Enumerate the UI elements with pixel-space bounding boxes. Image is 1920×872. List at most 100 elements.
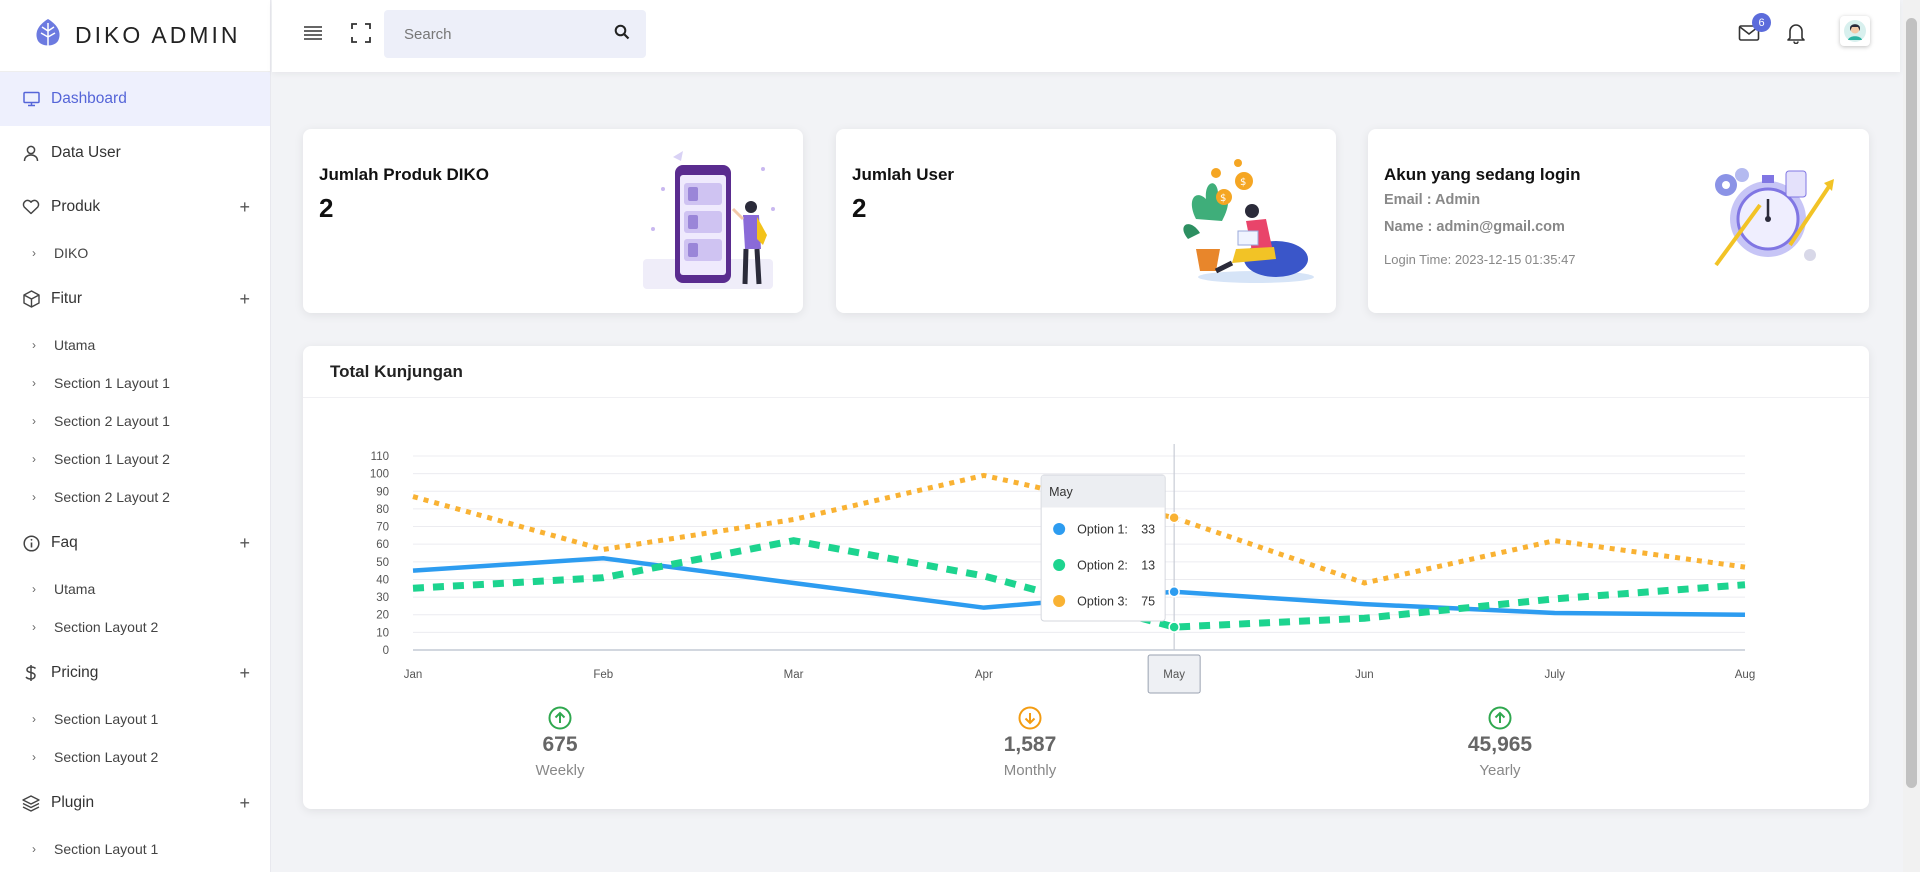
chevron-right-icon: › xyxy=(32,246,36,260)
login-email: Email : Admin xyxy=(1384,192,1481,208)
chevron-right-icon: › xyxy=(32,842,36,856)
scrollbar-thumb[interactable] xyxy=(1906,18,1917,788)
sidebar-subitem[interactable]: › Section 1 Layout 1 xyxy=(0,364,270,402)
card-title: Jumlah Produk DIKO xyxy=(319,165,490,184)
tooltip-series-label: Option 2: xyxy=(1077,559,1128,573)
sidebar-item-label: Data User xyxy=(51,144,121,161)
sidebar-subitem[interactable]: › Section 2 Layout 2 xyxy=(0,478,270,516)
line-chart[interactable]: 0 10 20 30 40 50 60 70 80 90 100 110 Jan Feb Mar Apr May… xyxy=(303,426,1869,726)
chart-tooltip-title: May xyxy=(1049,485,1073,499)
brand-name: DIKO ADMIN xyxy=(75,22,241,48)
chevron-right-icon: › xyxy=(32,750,36,764)
fullscreen-button[interactable] xyxy=(348,22,374,48)
sidebar-subitem[interactable]: › Section 1 Layout 2 xyxy=(0,440,270,478)
y-tick-label: 10 xyxy=(376,627,389,639)
sidebar-subitem-label: Section Layout 1 xyxy=(54,711,159,727)
y-tick-label: 40 xyxy=(376,574,389,586)
sidebar-subitem[interactable]: › Utama xyxy=(0,326,270,364)
sidebar-item-faq[interactable]: Faq + xyxy=(0,516,270,570)
x-tick-label: Aug xyxy=(1735,669,1755,681)
tooltip-series-marker xyxy=(1053,523,1066,535)
data-point xyxy=(1168,586,1180,598)
y-tick-label: 20 xyxy=(376,610,389,622)
sidebar-item-plugin[interactable]: Plugin + xyxy=(0,776,270,830)
heart-icon xyxy=(22,198,40,216)
svg-text:$: $ xyxy=(1240,177,1246,188)
x-tick-label: July xyxy=(1544,669,1565,681)
arrow-up-circle-icon xyxy=(1488,706,1512,730)
summary-value: 675 xyxy=(542,733,578,756)
y-tick-label: 80 xyxy=(376,504,389,516)
top-header: 6 xyxy=(272,0,1900,72)
sidebar-subitem-label: Utama xyxy=(54,581,96,597)
sidebar-subitem[interactable]: › Section Layout 1 xyxy=(0,830,270,868)
chevron-right-icon: › xyxy=(32,712,36,726)
y-tick-label: 50 xyxy=(376,557,389,569)
chevron-right-icon: › xyxy=(32,452,36,466)
summary-weekly: 675 Weekly xyxy=(490,706,630,779)
produk-count-card: Jumlah Produk DIKO 2 xyxy=(303,129,803,313)
chevron-right-icon: › xyxy=(32,582,36,596)
notification-button[interactable] xyxy=(1783,22,1809,48)
user-avatar[interactable] xyxy=(1840,16,1870,46)
fullscreen-icon xyxy=(351,22,371,48)
summary-yearly: 45,965 Yearly xyxy=(1430,706,1570,779)
card-title: Akun yang sedang login xyxy=(1384,165,1581,184)
page-scrollbar[interactable] xyxy=(1903,0,1920,872)
arrow-down-circle-icon xyxy=(1018,706,1042,730)
summary-monthly: 1,587 Monthly xyxy=(960,706,1100,779)
chevron-right-icon: › xyxy=(32,490,36,504)
x-tick-label: Apr xyxy=(975,669,993,681)
sidebar-subitem-label: Section Layout 1 xyxy=(54,841,159,857)
info-icon xyxy=(22,534,40,552)
summary-value: 1,587 xyxy=(1003,733,1057,756)
menu-toggle-button[interactable] xyxy=(300,22,326,48)
sidebar-subitem[interactable]: › Section Layout 1 xyxy=(0,700,270,738)
expand-plus-icon[interactable]: + xyxy=(239,663,250,684)
x-tick-label: Jun xyxy=(1355,669,1374,681)
sidebar-item-label: Faq xyxy=(51,534,78,551)
y-tick-label: 30 xyxy=(376,592,389,604)
mail-button[interactable]: 6 xyxy=(1736,13,1771,48)
tooltip-series-value: 33 xyxy=(1141,523,1155,537)
y-tick-label: 90 xyxy=(376,486,389,498)
sidebar-menu: Dashboard Data User Produk + › DIKO Fitur + › Uta… xyxy=(0,72,270,868)
search-box xyxy=(384,10,646,58)
brand-logo[interactable]: DIKO ADMIN xyxy=(0,0,270,72)
sidebar-subitem[interactable]: › Section Layout 2 xyxy=(0,608,270,646)
sidebar-item-data-user[interactable]: Data User xyxy=(0,126,270,180)
sidebar-subitem[interactable]: › DIKO xyxy=(0,234,270,272)
summary-value: 45,965 xyxy=(1467,733,1533,756)
sidebar-item-label: Produk xyxy=(51,198,101,215)
expand-plus-icon[interactable]: + xyxy=(239,197,250,218)
card-title: Jumlah User xyxy=(852,165,955,184)
expand-plus-icon[interactable]: + xyxy=(239,793,250,814)
login-time: Login Time: 2023-12-15 01:35:47 xyxy=(1384,252,1576,267)
sidebar-subitem-label: Section Layout 2 xyxy=(54,619,159,635)
monitor-icon xyxy=(22,90,40,108)
x-tick-label: Feb xyxy=(593,669,613,681)
sidebar-item-dashboard[interactable]: Dashboard xyxy=(0,72,270,126)
search-icon[interactable] xyxy=(614,24,630,45)
sidebar-item-pricing[interactable]: Pricing + xyxy=(0,646,270,700)
y-tick-label: 0 xyxy=(383,645,389,657)
sidebar-item-fitur[interactable]: Fitur + xyxy=(0,272,270,326)
search-input[interactable] xyxy=(404,25,604,43)
sidebar-subitem[interactable]: › Utama xyxy=(0,570,270,608)
expand-plus-icon[interactable]: + xyxy=(239,289,250,310)
chevron-right-icon: › xyxy=(32,376,36,390)
sidebar-subitem[interactable]: › Section 2 Layout 1 xyxy=(0,402,270,440)
login-account-card: Akun yang sedang login Email : Admin Nam… xyxy=(1368,129,1869,313)
sidebar-subitem[interactable]: › Section Layout 2 xyxy=(0,738,270,776)
sidebar-item-produk[interactable]: Produk + xyxy=(0,180,270,234)
sidebar-item-label: Plugin xyxy=(51,794,95,811)
sidebar-subitem-label: Section Layout 2 xyxy=(54,749,159,765)
y-tick-label: 60 xyxy=(376,539,389,551)
total-kunjungan-card: Total Kunjungan 0 10 20 30 40 50 60 70 80 90 100 11… xyxy=(303,346,1869,809)
chevron-right-icon: › xyxy=(32,414,36,428)
y-tick-label: 100 xyxy=(370,469,389,481)
user-count-card: Jumlah User 2 $ $ xyxy=(836,129,1336,313)
arrow-up-circle-icon xyxy=(548,706,572,730)
expand-plus-icon[interactable]: + xyxy=(239,533,250,554)
sidebar-subitem-label: Utama xyxy=(54,337,96,353)
